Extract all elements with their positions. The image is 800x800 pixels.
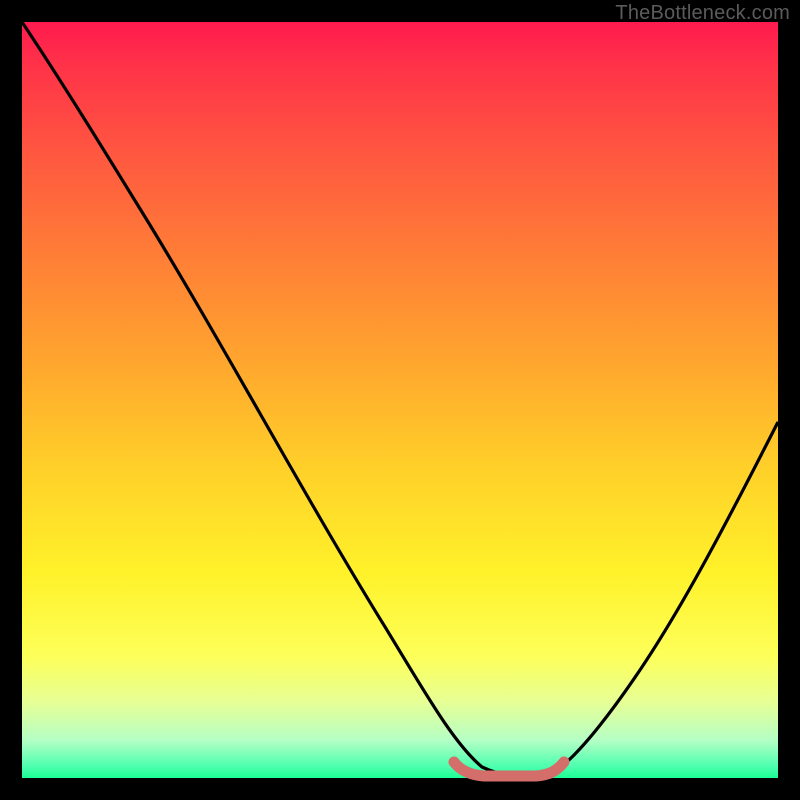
bottleneck-curve bbox=[22, 22, 778, 777]
curve-layer bbox=[22, 22, 778, 778]
plot-area bbox=[22, 22, 778, 778]
attribution-text: TheBottleneck.com bbox=[615, 2, 790, 25]
chart-frame: TheBottleneck.com bbox=[0, 0, 800, 800]
optimal-band-marker bbox=[454, 762, 564, 776]
